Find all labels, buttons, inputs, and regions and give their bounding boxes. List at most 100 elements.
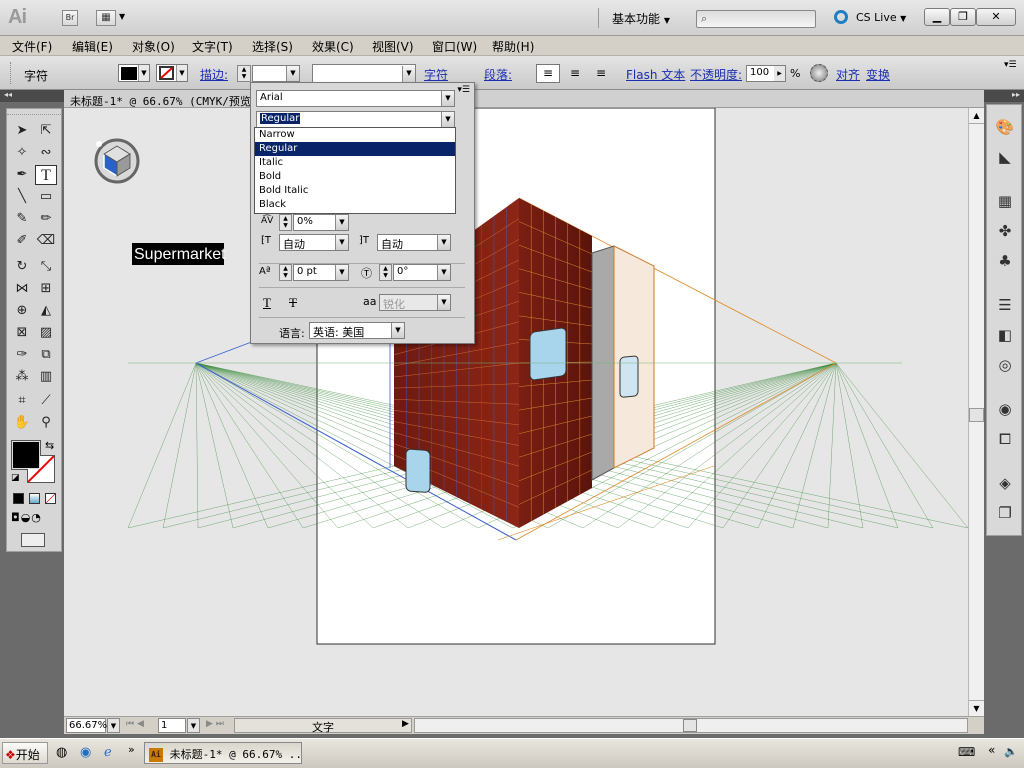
artboard-number-field[interactable]: 1	[158, 718, 186, 733]
tracking-stepper[interactable]: ▲ ▼	[279, 214, 292, 231]
scroll-thumb[interactable]	[683, 719, 697, 732]
scroll-thumb[interactable]	[969, 408, 984, 422]
perspective-widget[interactable]	[94, 138, 140, 184]
menu-type[interactable]: 文字(T)	[192, 38, 233, 55]
opacity-link[interactable]: 不透明度:	[690, 66, 742, 83]
first-artboard-icon[interactable]: ⏮ ◀	[126, 719, 144, 729]
blend-tool-icon[interactable]: ⧉	[35, 345, 57, 365]
supermarket-text[interactable]: Supermarket	[134, 246, 226, 263]
font-style-dropdown[interactable]: Narrow Regular Italic Bold Bold Italic B…	[254, 127, 456, 214]
free-transform-tool-icon[interactable]: ⊞	[35, 279, 57, 299]
artboard-tool-icon[interactable]: ⌗	[11, 391, 33, 411]
stroke-color-swatch[interactable]: ▼	[156, 64, 188, 82]
lasso-tool-icon[interactable]: ∾	[35, 143, 57, 163]
character-link[interactable]: 字符	[424, 66, 448, 83]
magic-wand-tool-icon[interactable]: ✧	[11, 143, 33, 163]
cs-live-button[interactable]: CS Live ▼	[856, 11, 906, 24]
scroll-up-icon[interactable]: ▲	[969, 108, 984, 124]
chevron-down-icon[interactable]: ▼	[335, 235, 348, 250]
mesh-tool-icon[interactable]: ⊠	[11, 323, 33, 343]
panel-menu-icon[interactable]: ▾☰	[1004, 60, 1017, 70]
color-guide-icon[interactable]: ◣	[993, 145, 1017, 169]
chrome-icon[interactable]: ◍	[56, 745, 67, 760]
strikethrough-icon[interactable]: T	[289, 295, 297, 311]
search-input[interactable]: ⌕	[696, 10, 816, 28]
baseline-stepper[interactable]: ▲ ▼	[279, 264, 292, 281]
transparency-icon[interactable]: ◎	[993, 353, 1017, 377]
line-tool-icon[interactable]: ╲	[11, 187, 33, 207]
font-style-field[interactable]: Regular	[256, 111, 455, 128]
expand-panels-icon[interactable]: ▸▸	[984, 90, 1024, 102]
align-link[interactable]: 对齐	[836, 66, 860, 83]
flash-text-link[interactable]: Flash 文本	[626, 66, 685, 83]
chevron-down-icon[interactable]: ▼	[335, 265, 348, 280]
align-right-button[interactable]: ≡	[590, 64, 612, 83]
align-left-button[interactable]: ≡	[536, 64, 560, 83]
font-style-option[interactable]: Bold	[255, 170, 455, 184]
swatches-icon[interactable]: ▦	[993, 189, 1017, 213]
font-style-option[interactable]: Black	[255, 198, 455, 212]
color-mode-icon[interactable]	[13, 493, 24, 504]
pen-tool-icon[interactable]: ✒	[11, 165, 33, 185]
qq-icon[interactable]: ◉	[80, 745, 91, 760]
chevron-down-icon[interactable]: ▼	[391, 323, 404, 338]
width-tool-icon[interactable]: ⋈	[11, 279, 33, 299]
default-colors-icon[interactable]: ◪	[11, 473, 20, 483]
bridge-button[interactable]: Br	[62, 10, 78, 26]
menu-view[interactable]: 视图(V)	[372, 38, 414, 55]
minimize-button[interactable]: ▁	[924, 8, 950, 26]
draw-mode-icons[interactable]: ◘◒◔	[11, 511, 42, 524]
perspective-grid-tool-icon[interactable]: ◭	[35, 301, 57, 321]
workspace-switcher[interactable]: 基本功能 ▼	[612, 10, 670, 27]
font-field[interactable]: ▼	[312, 64, 416, 83]
zoom-tool-icon[interactable]: ⚲	[35, 413, 57, 433]
chevron-down-icon[interactable]: ▼	[441, 112, 454, 127]
scroll-down-icon[interactable]: ▼	[969, 700, 984, 716]
document-tab[interactable]: 未标题-1* @ 66.67% (CMYK/预览)	[64, 90, 984, 108]
pencil-tool-icon[interactable]: ✏	[35, 209, 57, 229]
screen-mode-icon[interactable]	[21, 533, 45, 547]
arrange-documents-button[interactable]: ▦	[96, 10, 116, 26]
perspective-artwork[interactable]: Supermarket	[64, 108, 968, 716]
layers-icon[interactable]: ◈	[993, 471, 1017, 495]
vertical-scrollbar[interactable]: ▲ ▼	[968, 108, 984, 716]
chevron-down-icon[interactable]: ▼	[437, 265, 450, 280]
panel-menu-icon[interactable]: ▾☰	[457, 85, 470, 95]
recolor-icon[interactable]	[810, 64, 828, 82]
collapse-panel-icon[interactable]: ◂◂	[0, 90, 64, 102]
scale-tool-icon[interactable]: ⤡	[35, 257, 57, 277]
align-center-button[interactable]: ≡	[564, 64, 586, 83]
arrange-dropdown-icon[interactable]: ▼	[119, 12, 125, 21]
stroke-link[interactable]: 描边:	[200, 66, 228, 83]
swap-colors-icon[interactable]: ⇆	[45, 439, 54, 452]
symbol-sprayer-tool-icon[interactable]: ⁂	[11, 367, 33, 387]
fill-color-swatch[interactable]: ▼	[118, 64, 150, 82]
font-style-option[interactable]: Italic	[255, 156, 455, 170]
gradient-panel-icon[interactable]: ◧	[993, 323, 1017, 347]
chevron-right-icon[interactable]: ▶	[774, 66, 785, 81]
menu-effect[interactable]: 效果(C)	[312, 38, 354, 55]
close-button[interactable]: ✕	[976, 8, 1016, 26]
none-mode-icon[interactable]	[45, 493, 56, 504]
chevron-down-icon[interactable]: ▼	[441, 91, 454, 106]
keyboard-icon[interactable]: ⌨	[958, 745, 975, 759]
hand-tool-icon[interactable]: ✋	[11, 413, 33, 433]
font-style-option[interactable]: Narrow	[255, 128, 455, 142]
transform-link[interactable]: 变换	[866, 66, 890, 83]
direct-selection-tool-icon[interactable]: ⇱	[35, 121, 57, 141]
stroke-weight-field[interactable]: ▼	[252, 65, 300, 82]
color-panel-icon[interactable]: 🎨	[993, 115, 1017, 139]
ie-icon[interactable]: ℯ	[104, 745, 112, 760]
paintbrush-tool-icon[interactable]: ✎	[11, 209, 33, 229]
shape-builder-tool-icon[interactable]: ⊕	[11, 301, 33, 321]
zoom-field[interactable]: 66.67%	[66, 718, 107, 733]
menu-window[interactable]: 窗口(W)	[432, 38, 477, 55]
artboards-icon[interactable]: ❐	[993, 501, 1017, 525]
font-style-option[interactable]: Bold Italic	[255, 184, 455, 198]
appearance-icon[interactable]: ◉	[993, 397, 1017, 421]
underline-icon[interactable]: T	[263, 295, 271, 311]
rectangle-tool-icon[interactable]: ▭	[35, 187, 57, 207]
graphic-styles-icon[interactable]: ⧠	[993, 427, 1017, 451]
chevron-down-icon[interactable]: ▼	[187, 718, 200, 733]
font-family-field[interactable]: Arial	[256, 90, 455, 107]
